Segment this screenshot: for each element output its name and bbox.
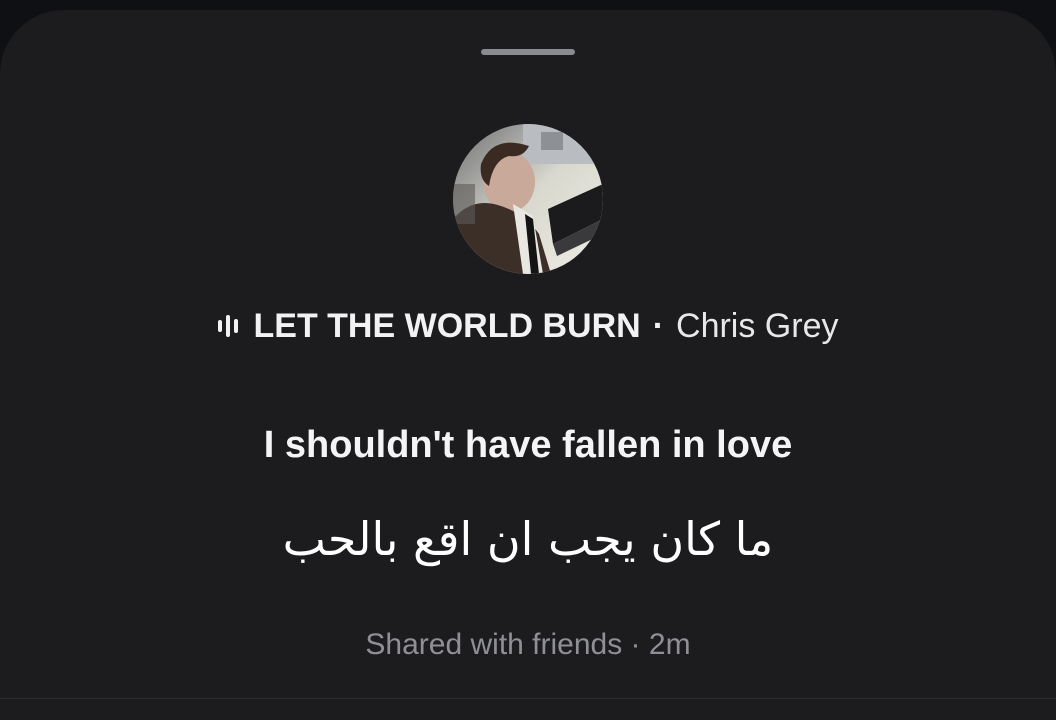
bottom-sheet: LET THE WORLD BURN · Chris Grey I should… [0,10,1056,720]
sheet-grabber-handle[interactable] [481,49,575,55]
lyric-translation: ما كان يجب ان اقع بالحب [282,512,774,566]
separator-dot: · [652,306,665,345]
avatar-image [453,124,603,274]
track-info[interactable]: LET THE WORLD BURN · Chris Grey [0,302,1056,350]
track-title: LET THE WORLD BURN [253,306,641,345]
artist-name: Chris Grey [676,306,839,345]
equalizer-bars-icon [217,309,238,343]
artist-avatar[interactable] [453,124,603,274]
lyric-original: I shouldn't have fallen in love [263,424,793,466]
divider [0,698,1056,699]
share-status: Shared with friends · 2m [365,628,691,661]
